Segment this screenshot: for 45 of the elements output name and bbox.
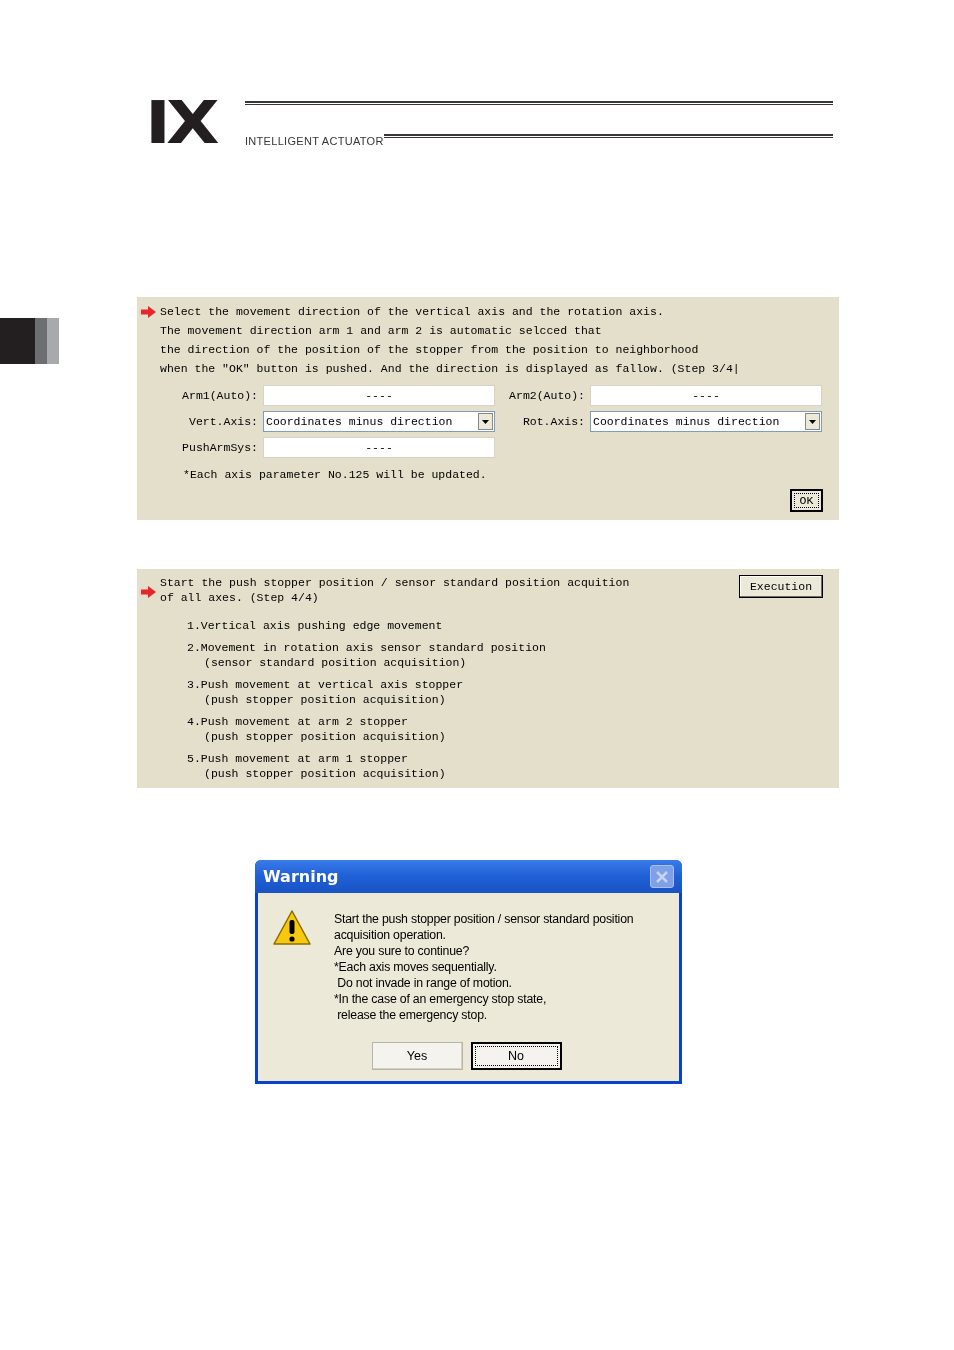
field-label: Arm1(Auto): <box>181 387 259 404</box>
caret-icon <box>478 413 493 430</box>
step-detail: (sensor standard position acquisition) <box>204 655 468 670</box>
step-detail: (push stopper position acquisition) <box>204 766 447 781</box>
warning-icon <box>272 908 312 948</box>
instruction-text: Select the movement direction of the vertical axis and the rotation axis. <box>160 303 664 320</box>
ok-button[interactable]: OK <box>790 489 823 513</box>
message-text: Are you sure to continue? <box>334 943 471 959</box>
step-text: 3.Push movement at vertical axis stopper <box>187 677 465 692</box>
instruction-text: The movement direction arm 1 and arm 2 is automatic selcced that <box>160 322 602 339</box>
note-text: *Each axis parameter No.125 will be updated. <box>183 467 488 483</box>
field-label: Vert.Axis: <box>188 413 259 430</box>
instruction-text: the direction of the position of the stopper from the position to neighborhood <box>160 341 699 358</box>
arrow-icon <box>141 586 156 598</box>
execution-button[interactable]: Execution <box>739 575 823 598</box>
step-text: 4.Push movement at arm 2 stopper <box>187 714 409 729</box>
window-title: Warning <box>263 865 340 888</box>
caret-icon <box>805 413 820 430</box>
instruction-text: of all axes. (Step 4/4) <box>160 590 320 605</box>
step-detail: (push stopper position acquisition) <box>204 729 447 744</box>
dropdown[interactable]: Coordinates minus direction <box>590 411 822 432</box>
message-text: *In the case of an emergency stop state, <box>334 991 548 1007</box>
message-text: release the emergency stop. <box>336 1007 488 1023</box>
field-label: Rot.Axis: <box>521 413 586 430</box>
message-text: acquisition operation. <box>334 927 447 943</box>
step-text: 2.Movement in rotation axis sensor standard position <box>187 640 547 655</box>
step-text: 1.Vertical axis pushing edge movement <box>187 618 444 633</box>
field-label: PushArmSys: <box>181 439 259 456</box>
dialog-button[interactable]: No <box>470 1042 562 1070</box>
message-text: Do not invade in range of motion. <box>336 975 513 991</box>
arrow-icon <box>141 305 156 318</box>
input-field[interactable]: ---- <box>263 385 495 406</box>
close-icon <box>650 865 674 888</box>
message-text: *Each axis moves sequentially. <box>334 959 498 975</box>
dialog-button[interactable]: Yes <box>371 1042 463 1070</box>
field-label: Arm2(Auto): <box>508 387 586 404</box>
input-field[interactable]: ---- <box>263 437 495 458</box>
instruction-text: Start the push stopper position / sensor standard position acquition <box>160 575 631 590</box>
instruction-text: when the "OK" button is pushed. And the direction is displayed as fallow. (Step 3/4| <box>160 360 740 377</box>
dropdown[interactable]: Coordinates minus direction <box>263 411 495 432</box>
step-detail: (push stopper position acquisition) <box>204 692 447 707</box>
input-field[interactable]: ---- <box>590 385 822 406</box>
step-text: 5.Push movement at arm 1 stopper <box>187 751 409 766</box>
brand-tagline: INTELLIGENT ACTUATOR <box>245 135 384 147</box>
message-text: Start the push stopper position / sensor standard position <box>334 911 634 927</box>
